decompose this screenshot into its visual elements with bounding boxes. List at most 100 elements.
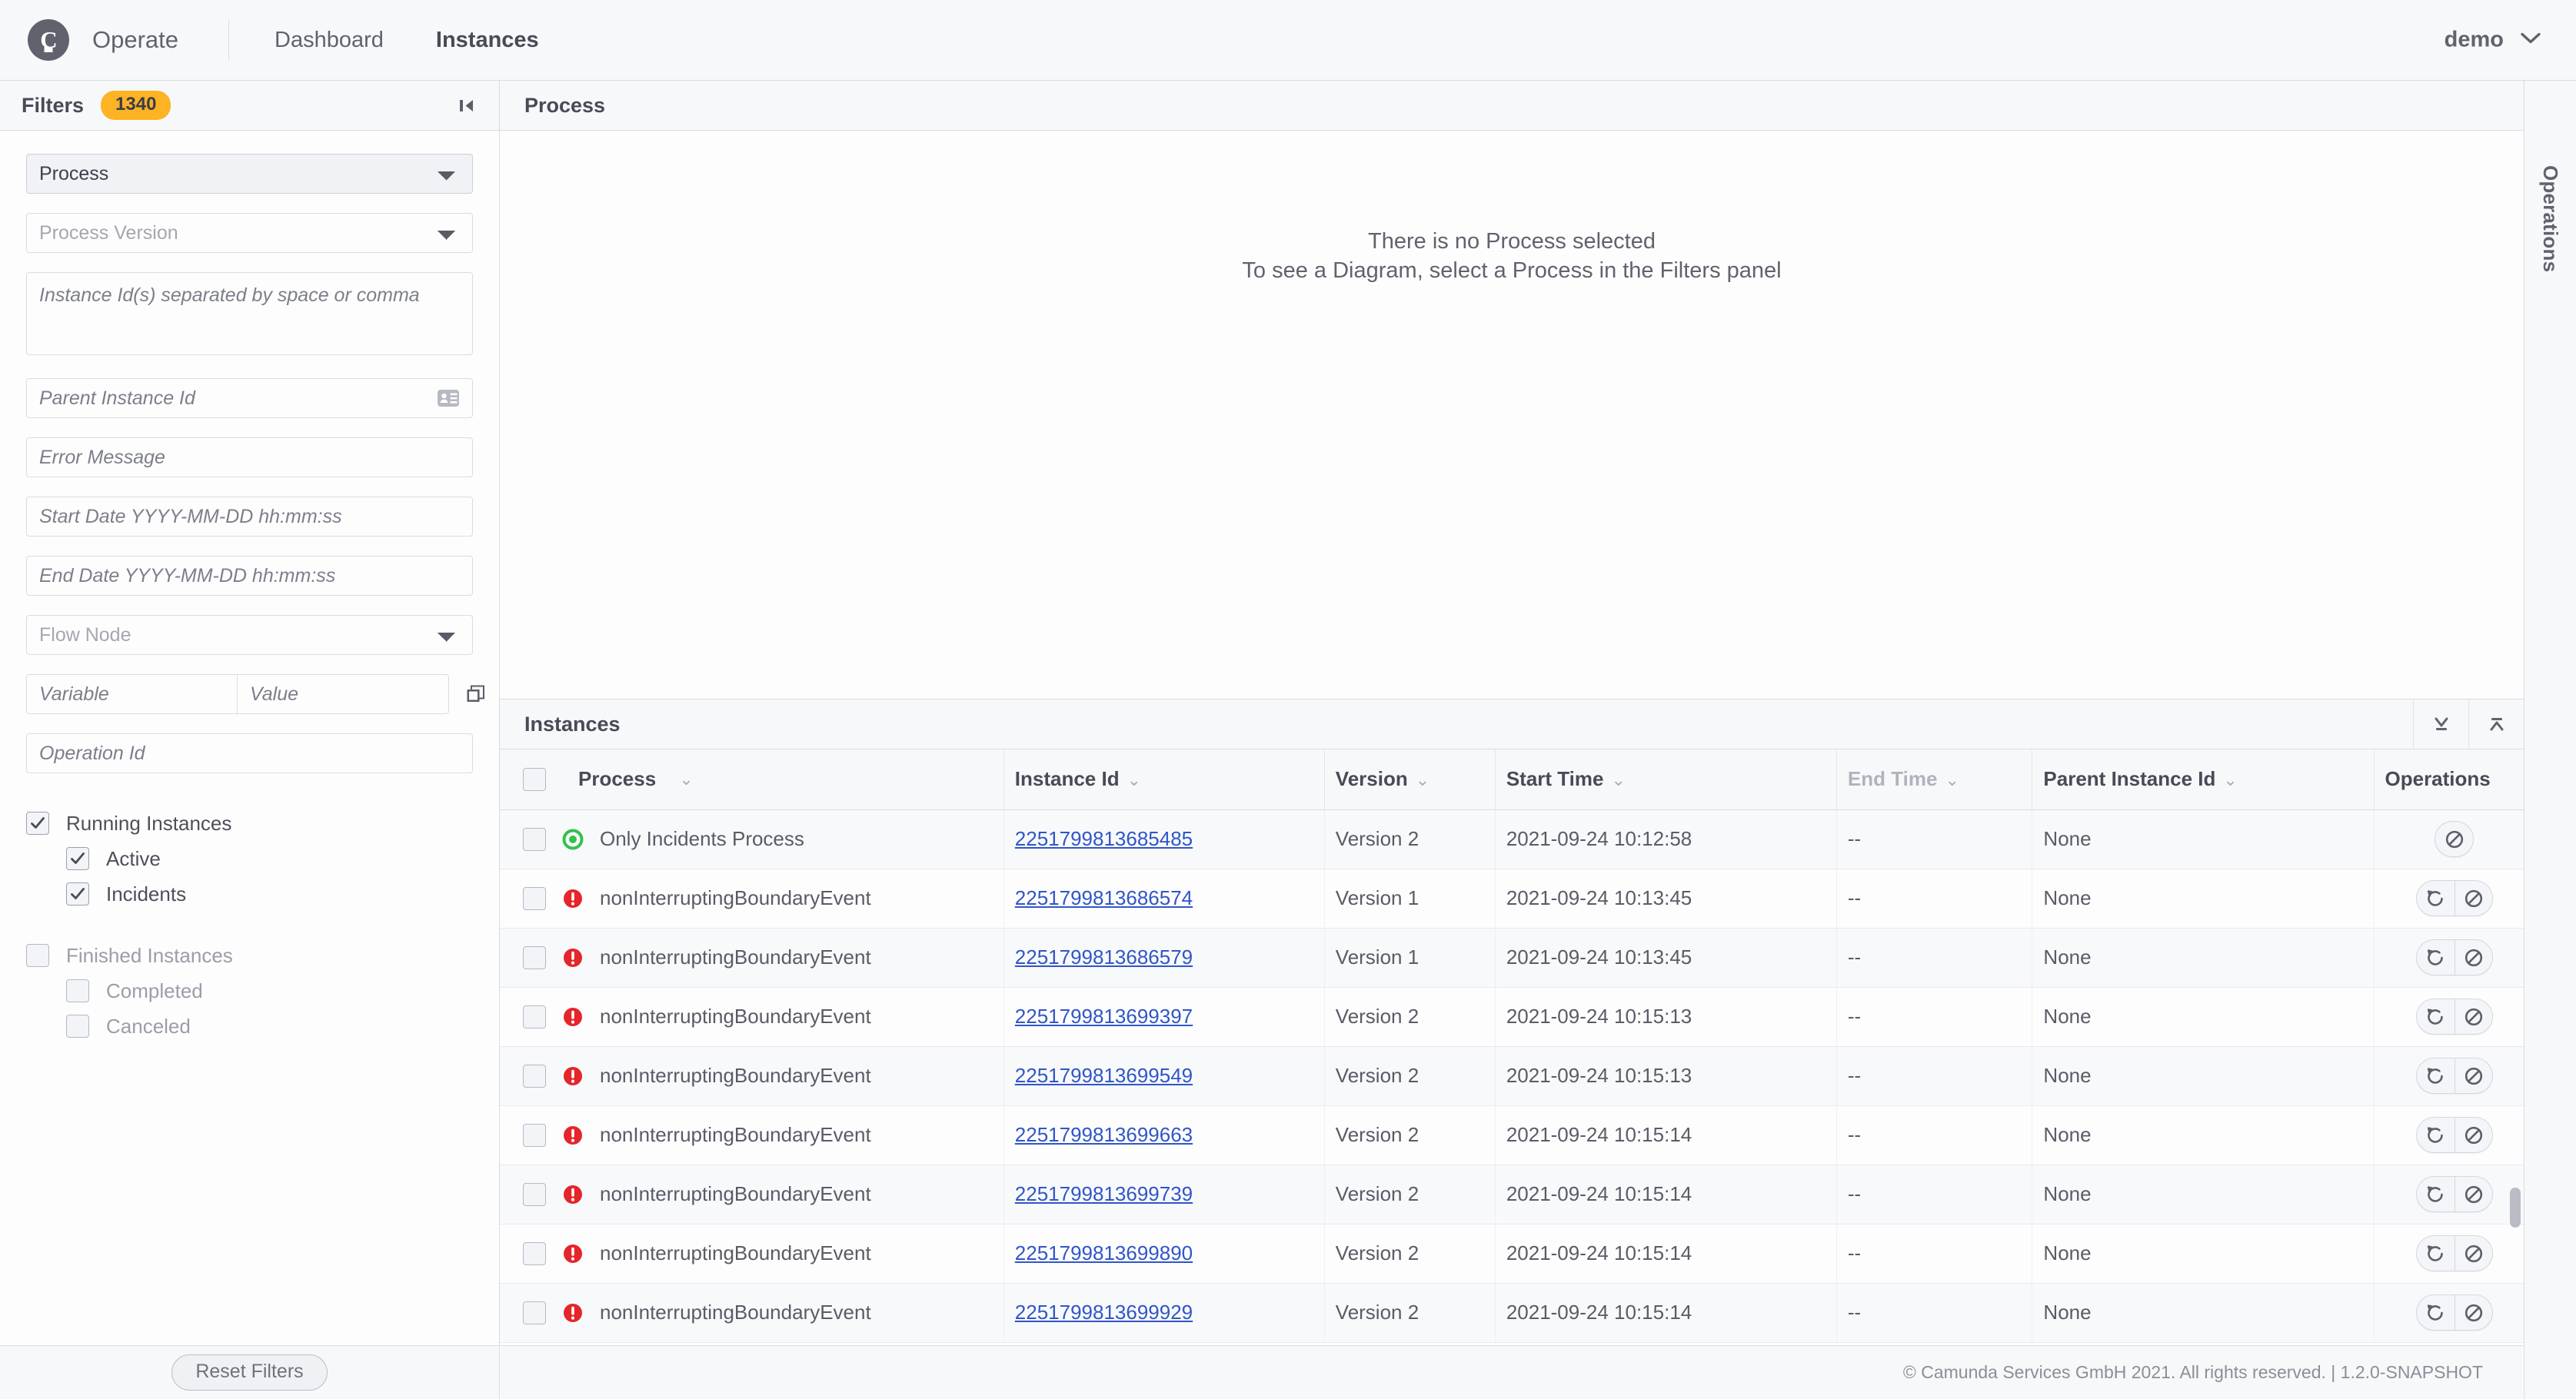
column-header-instance-id[interactable]: Instance Id ⌄ [1003,749,1325,810]
process-panel-header: Process [500,81,2524,131]
collapse-left-icon[interactable] [448,87,485,124]
instance-id-link[interactable]: 2251799813699663 [1015,1123,1193,1146]
operation-id-input[interactable] [26,733,473,773]
error-message-input[interactable] [26,437,473,477]
table-row[interactable]: nonInterruptingBoundaryEvent 225179981369… [500,1105,2524,1165]
instances-panel: Instances Process ⌄ Instance Id ⌄ Versio… [500,700,2524,1399]
table-row[interactable]: nonInterruptingBoundaryEvent 225179981369… [500,1165,2524,1225]
nav-link-instances[interactable]: Instances [433,23,542,58]
row-select-checkbox[interactable] [523,1123,546,1147]
retry-instance-button[interactable] [2417,1058,2455,1093]
collapse-up-icon[interactable] [2468,700,2524,749]
cancel-instance-button[interactable] [2454,999,2492,1034]
table-row[interactable]: nonInterruptingBoundaryEvent 225179981369… [500,1283,2524,1343]
sort-caret-icon[interactable]: ⌄ [1945,770,1959,789]
row-select-checkbox[interactable] [523,827,546,851]
instance-id-link[interactable]: 2251799813686574 [1015,886,1193,909]
reset-filters-button[interactable]: Reset Filters [171,1354,328,1391]
instance-id-link[interactable]: 2251799813699397 [1015,1005,1193,1028]
start-date-field [26,497,473,537]
variable-name-input[interactable] [26,674,238,714]
cancel-instance-button[interactable] [2454,1236,2492,1271]
column-header-process[interactable]: Process ⌄ [500,749,1004,810]
checkbox-running-instances[interactable]: Running Instances [26,806,473,841]
instance-ids-input[interactable] [26,272,473,355]
process-select[interactable]: Process [26,154,473,194]
operations-rail[interactable]: Operations [2524,81,2576,1399]
table-header-row: Process ⌄ Instance Id ⌄ Version ⌄ Start … [500,749,2524,810]
cancel-instance-button[interactable] [2454,1058,2492,1093]
cell-operations [2373,869,2524,929]
cancel-instance-button[interactable] [2454,1177,2492,1211]
collapse-down-icon[interactable] [2413,700,2468,749]
id-card-icon[interactable] [434,384,463,413]
instance-id-link[interactable]: 2251799813686579 [1015,945,1193,969]
table-row[interactable]: nonInterruptingBoundaryEvent 225179981369… [500,987,2524,1047]
checkbox-active[interactable]: Active [26,841,473,876]
process-name: nonInterruptingBoundaryEvent [600,1182,871,1205]
table-row[interactable]: nonInterruptingBoundaryEvent 225179981368… [500,869,2524,929]
instance-id-link[interactable]: 2251799813699549 [1015,1064,1193,1087]
instance-id-link[interactable]: 2251799813685485 [1015,827,1193,850]
row-select-checkbox[interactable] [523,1064,546,1088]
cancel-instance-button[interactable] [2454,881,2492,915]
retry-instance-button[interactable] [2417,1236,2455,1271]
select-all-checkbox[interactable] [523,767,546,791]
column-label: Start Time [1506,767,1604,791]
retry-instance-button[interactable] [2417,881,2455,915]
instance-id-link[interactable]: 2251799813699929 [1015,1301,1193,1324]
flow-node-select[interactable]: Flow Node [26,615,473,655]
column-header-version[interactable]: Version ⌄ [1323,749,1496,810]
column-header-parent-instance-id[interactable]: Parent Instance Id ⌄ [2032,749,2374,810]
checkbox-box [66,847,89,870]
checkbox-completed[interactable]: Completed [26,973,473,1009]
table-vertical-scrollbar[interactable] [2510,1188,2521,1228]
checkbox-finished-instances[interactable]: Finished Instances [26,938,473,973]
retry-instance-button[interactable] [2417,1177,2455,1211]
checkbox-label: Completed [106,979,203,1002]
variable-value-input[interactable] [238,674,449,714]
row-select-checkbox[interactable] [523,1301,546,1324]
parent-instance-id-input[interactable] [26,378,473,418]
retry-instance-button[interactable] [2417,940,2455,975]
row-select-checkbox[interactable] [523,945,546,969]
cancel-instance-button[interactable] [2454,940,2492,975]
table-row[interactable]: Only Incidents Process 2251799813685485 Ve… [500,809,2524,869]
row-select-checkbox[interactable] [523,1241,546,1265]
retry-instance-button[interactable] [2417,1295,2455,1330]
retry-instance-button[interactable] [2417,999,2455,1034]
column-header-start-time[interactable]: Start Time ⌄ [1494,749,1837,810]
cancel-instance-button[interactable] [2435,822,2473,856]
table-row[interactable]: nonInterruptingBoundaryEvent 225179981369… [500,1046,2524,1106]
sort-caret-icon[interactable]: ⌄ [2223,770,2237,789]
instance-id-link[interactable]: 2251799813699890 [1015,1241,1193,1264]
sort-caret-icon[interactable]: ⌄ [1612,770,1626,789]
end-date-input[interactable] [26,556,473,596]
cell-instance-id: 2251799813686579 [1003,928,1325,988]
retry-instance-button[interactable] [2417,1118,2455,1152]
cell-end-time: -- [1835,1283,2032,1343]
copy-icon[interactable] [464,683,488,706]
column-header-end-time[interactable]: End Time ⌄ [1835,749,2032,810]
sort-caret-icon[interactable]: ⌄ [1127,770,1141,789]
checkbox-incidents[interactable]: Incidents [26,876,473,912]
sort-caret-icon[interactable]: ⌄ [1416,770,1429,789]
row-select-checkbox[interactable] [523,886,546,910]
checkbox-canceled[interactable]: Canceled [26,1009,473,1044]
operations-button-group [2415,1235,2493,1271]
user-menu[interactable]: demo [2445,28,2541,53]
cell-operations [2373,1046,2524,1106]
table-row[interactable]: nonInterruptingBoundaryEvent 225179981368… [500,928,2524,988]
row-select-checkbox[interactable] [523,1005,546,1028]
sort-caret-icon[interactable]: ⌄ [679,769,693,789]
table-row[interactable]: nonInterruptingBoundaryEvent 225179981369… [500,1224,2524,1284]
cancel-instance-button[interactable] [2454,1295,2492,1330]
cancel-instance-button[interactable] [2454,1118,2492,1152]
process-version-select[interactable]: Process Version [26,213,473,253]
operation-id-field [26,733,473,773]
instance-id-link[interactable]: 2251799813699739 [1015,1182,1193,1205]
row-select-checkbox[interactable] [523,1182,546,1206]
nav-link-dashboard[interactable]: Dashboard [271,23,387,58]
cell-end-time: -- [1835,1165,2032,1225]
start-date-input[interactable] [26,497,473,537]
